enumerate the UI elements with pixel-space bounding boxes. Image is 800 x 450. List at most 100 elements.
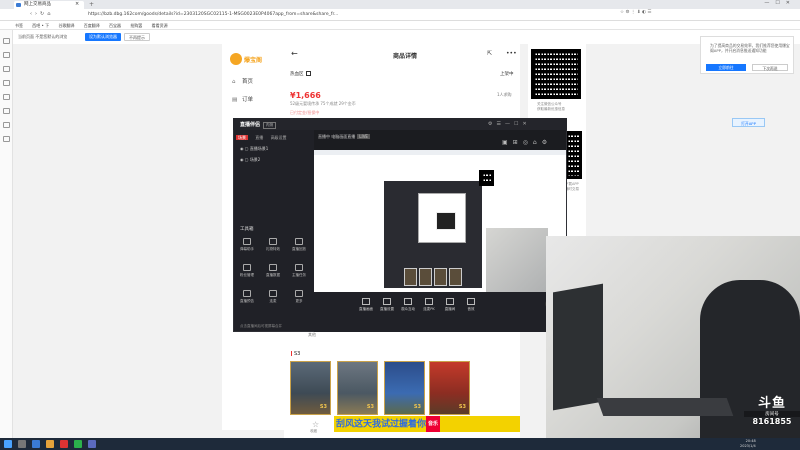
system-tray-clock[interactable]: 20:48 2023/1/4: [740, 439, 756, 449]
search-icon[interactable]: [18, 440, 26, 448]
bookmark-item[interactable]: 书签: [15, 23, 23, 28]
extension-icons[interactable]: ☆ ⚙ ⋮ ⬇ ◐ ☰: [620, 10, 651, 15]
hero-card[interactable]: S3: [290, 361, 331, 415]
dismiss-button[interactable]: 不再提示: [124, 33, 150, 41]
favorite-icon[interactable]: ☆: [312, 420, 319, 429]
nav-home[interactable]: ⌂ 首页: [232, 77, 253, 85]
strip-text: 当前页面 不是您默认的浏览: [18, 34, 68, 39]
site-logo[interactable]: 爆宝阁: [230, 53, 278, 67]
sidebar-icon[interactable]: [3, 66, 10, 72]
scene-header: 直播中 电脑画面直播 LIVE: [318, 134, 370, 139]
tool-preview[interactable]: 直播预告: [239, 290, 255, 304]
scene-item[interactable]: ◉ ▢ 场景2: [240, 157, 260, 163]
browser-icon[interactable]: [32, 440, 40, 448]
bottom-tool[interactable]: 观众互动: [397, 298, 419, 312]
preview-cards: [404, 268, 466, 286]
bookmark-item[interactable]: 看看资源: [152, 23, 168, 28]
dialog-confirm-button[interactable]: 立即前往: [706, 64, 746, 71]
bottom-tool[interactable]: 直播画面: [355, 298, 377, 312]
preview-camera: [486, 228, 548, 293]
bookmark-item[interactable]: 抢购罢: [130, 23, 142, 28]
set-default-button[interactable]: 设为默认浏览器: [85, 33, 121, 41]
sidebar-icon[interactable]: [3, 80, 10, 86]
bookmark-item[interactable]: 谷歌翻译: [58, 23, 74, 28]
tool-icon: [295, 238, 303, 245]
bookmark-item[interactable]: 西吧 • 下: [32, 23, 49, 28]
bottom-tool[interactable]: 音效: [460, 298, 482, 312]
webcam-keyboard: [596, 398, 734, 416]
tool-more[interactable]: 更多: [291, 290, 307, 304]
preview-toolbar[interactable]: ▣⊞◎⌂⚙: [502, 139, 552, 146]
new-tab-icon[interactable]: +: [89, 1, 94, 8]
nav-buttons[interactable]: ‹›↻⌂: [30, 11, 53, 17]
qr-caption: 关注微信公众号 获取最新优惠信息: [537, 102, 565, 111]
bottom-tool[interactable]: 直播设置: [376, 298, 398, 312]
more-icon[interactable]: •••: [506, 50, 517, 57]
bookmark-item[interactable]: 百宝器: [109, 23, 121, 28]
browser-tab[interactable]: 网上交易商品: [14, 1, 84, 9]
tool-fans[interactable]: 粉丝管理: [239, 264, 255, 278]
start-icon[interactable]: [4, 440, 12, 448]
stream-app-icon[interactable]: [60, 440, 68, 448]
share-icon[interactable]: ⇱: [487, 50, 492, 57]
stream-app-controls[interactable]: ⚙☰—☐✕: [488, 121, 531, 127]
tool-icon: [383, 298, 391, 305]
window-controls[interactable]: —☐✕: [764, 0, 796, 6]
nav-orders[interactable]: ▤ 订单: [232, 95, 253, 103]
tool-link[interactable]: 连麦: [265, 290, 281, 304]
tool-icon: [269, 290, 277, 297]
section-label: S3: [291, 351, 300, 357]
sidebar-icon[interactable]: [3, 94, 10, 100]
url-input[interactable]: https://bzb.dbg.162com/goods/details?id=…: [88, 11, 538, 19]
tab-advanced[interactable]: 高级设置: [271, 135, 287, 140]
orders-icon: ▤: [232, 97, 238, 103]
tool-replay[interactable]: 直播回放: [291, 238, 307, 252]
hero-card[interactable]: S3: [337, 361, 378, 415]
tool-icon: [362, 298, 370, 305]
lyrics-subtitle: 刮风这天我试过握着你 音乐: [334, 416, 520, 432]
tool-task[interactable]: 主播任务: [291, 264, 307, 278]
close-tab-icon[interactable]: ×: [75, 1, 79, 7]
tool-gift[interactable]: 礼物特效: [265, 238, 281, 252]
hero-card[interactable]: S3: [384, 361, 425, 415]
sidebar-icon[interactable]: [3, 136, 10, 142]
tool-data[interactable]: 直播数据: [265, 264, 281, 278]
sidebar-icon[interactable]: [3, 108, 10, 114]
bookmark-item[interactable]: 百度翻译: [84, 23, 100, 28]
taskbar: [0, 438, 800, 450]
stream-app-logo: 直播伴侣 内测: [240, 121, 277, 129]
tool-icon: [467, 298, 475, 305]
card-level: S3: [319, 404, 327, 410]
preview-qr-code: [479, 170, 494, 186]
open-app-button[interactable]: 打开APP: [732, 118, 765, 127]
tool-icon: [446, 298, 454, 305]
tab-scene[interactable]: 场景: [236, 135, 248, 140]
tab-live[interactable]: 直播: [255, 135, 263, 140]
bottom-tool[interactable]: 直播间: [439, 298, 461, 312]
tool-icon: [269, 264, 277, 271]
preview-nested-frame: [436, 212, 456, 230]
home-icon: ⌂: [232, 79, 236, 85]
sidebar-icon[interactable]: [3, 122, 10, 128]
sidebar-icon[interactable]: [3, 38, 10, 44]
hero-card[interactable]: S3: [429, 361, 470, 415]
tool-icon: [425, 298, 433, 305]
tab-title: 网上交易商品: [24, 2, 51, 7]
dialog-later-button[interactable]: 下次再说: [752, 64, 788, 71]
folder-icon[interactable]: [46, 440, 54, 448]
other-label: 其他: [308, 332, 316, 337]
sidebar-icon[interactable]: [3, 52, 10, 58]
beta-badge: 内测: [263, 122, 277, 129]
product-stats: 52级元婴境传承 75个成就 29个金币: [290, 101, 356, 106]
back-arrow-icon[interactable]: ←: [291, 49, 298, 58]
favorite-label: 收藏: [310, 429, 317, 433]
price: ¥1,666: [290, 91, 321, 100]
scene-item[interactable]: ◉ ▢ 直播场景1: [240, 146, 268, 152]
region-label: 热血区: [290, 71, 311, 77]
browser-sidebar: [0, 30, 13, 438]
tool-danmu[interactable]: 弹幕助手: [239, 238, 255, 252]
bottom-tool[interactable]: 连麦PK: [418, 298, 440, 312]
wechat-qr-code: [531, 49, 581, 99]
wechat-icon[interactable]: [74, 440, 82, 448]
app-icon[interactable]: [88, 440, 96, 448]
